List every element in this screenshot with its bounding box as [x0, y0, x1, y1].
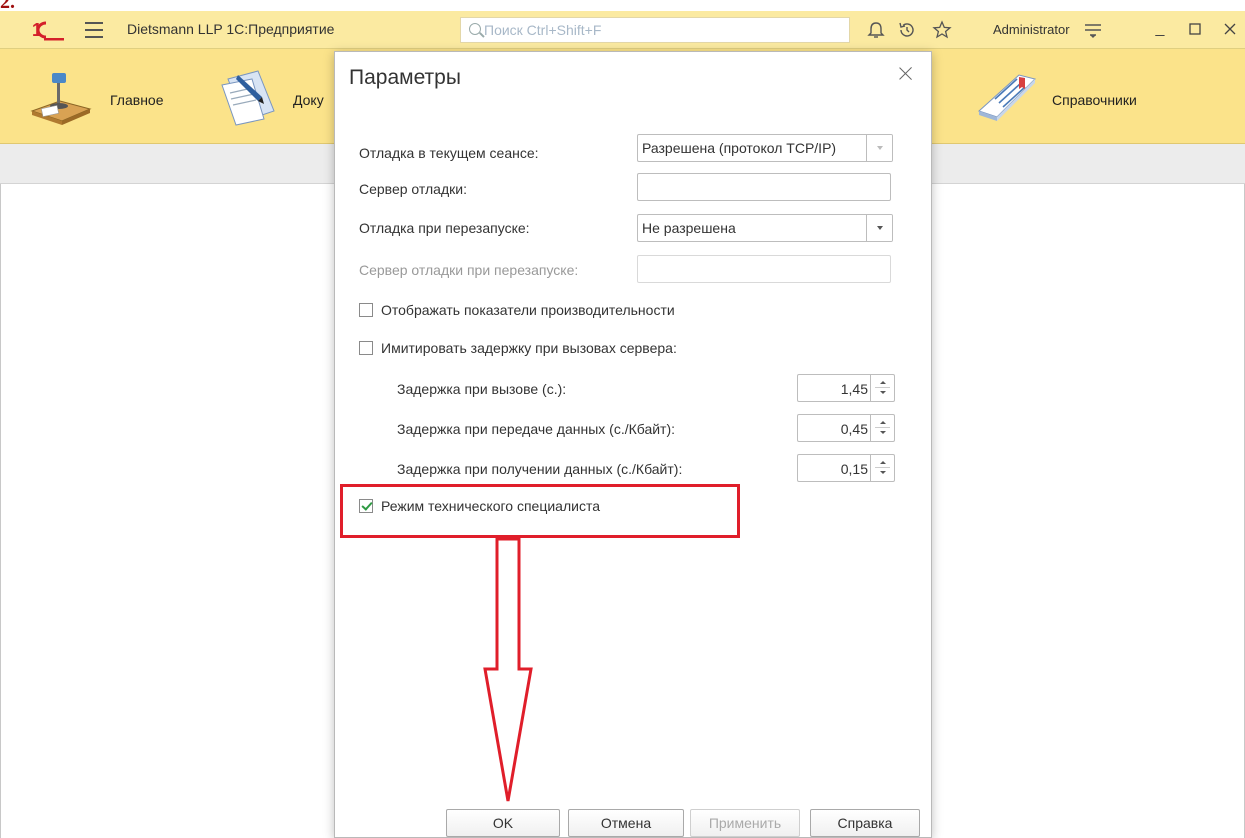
debug-restart-select[interactable]: Не разрешена — [637, 214, 893, 242]
minimize-icon[interactable]: _ — [1150, 19, 1170, 39]
debug-restart-label: Отладка при перезапуске: — [359, 220, 530, 236]
dialog-close-icon[interactable] — [898, 66, 914, 82]
desk-lamp-icon — [30, 73, 92, 125]
app-title: Dietsmann LLP 1С:Предприятие — [127, 21, 335, 37]
documents-icon — [221, 70, 275, 126]
app-titlebar: 1 Dietsmann LLP 1С:Предприятие Поиск Ctr… — [0, 11, 1245, 49]
stepper-arrows-icon[interactable] — [870, 455, 894, 481]
stepper-arrows-icon[interactable] — [870, 415, 894, 441]
history-icon[interactable] — [897, 20, 917, 40]
call-delay-value: 1,45 — [840, 381, 868, 397]
ok-button[interactable]: OK — [446, 809, 560, 837]
section-catalogs[interactable]: Справочники — [975, 67, 1175, 127]
chevron-down-icon[interactable] — [866, 215, 892, 241]
maximize-icon[interactable] — [1185, 19, 1205, 39]
call-delay-label: Задержка при вызове (с.): — [397, 381, 567, 397]
catalog-books-icon — [978, 74, 1036, 121]
delay-checkbox[interactable] — [359, 341, 373, 355]
debug-restart-server-field[interactable] — [637, 255, 891, 283]
main-menu-icon[interactable] — [85, 22, 103, 38]
dialog-title: Параметры — [349, 66, 461, 89]
window-close-icon[interactable] — [1220, 19, 1240, 39]
debug-session-select[interactable]: Разрешена (протокол TCP/IP) — [637, 134, 893, 162]
1c-logo-icon[interactable]: 1 — [32, 19, 66, 41]
send-delay-label: Задержка при передаче данных (с./Кбайт): — [397, 421, 676, 437]
annotation-arrow-down-icon — [483, 537, 533, 802]
perf-checkbox[interactable] — [359, 303, 373, 317]
debug-session-label: Отладка в текущем сеансе: — [359, 145, 539, 161]
send-delay-value: 0,45 — [840, 421, 868, 437]
bell-icon[interactable] — [866, 20, 886, 40]
debug-server-field[interactable] — [637, 173, 891, 201]
section-label: Справочники — [1052, 92, 1137, 108]
parameters-dialog: Параметры Отладка в текущем сеансе: Разр… — [334, 51, 932, 838]
send-delay-stepper[interactable]: 0,45 — [797, 414, 895, 442]
perf-checkbox-label: Отображать показатели производительности — [381, 302, 675, 318]
section-documents[interactable]: Доку — [218, 67, 328, 127]
recv-delay-label: Задержка при получении данных (с./Кбайт)… — [397, 461, 683, 477]
section-label: Главное — [110, 92, 164, 108]
favorites-star-icon[interactable] — [932, 20, 952, 40]
debug-session-value: Разрешена (протокол TCP/IP) — [642, 140, 837, 156]
current-user-name[interactable]: Administrator — [993, 22, 1070, 37]
call-delay-stepper[interactable]: 1,45 — [797, 374, 895, 402]
help-button[interactable]: Справка — [810, 809, 920, 837]
annotation-highlight-box — [340, 484, 740, 538]
stepper-arrows-icon[interactable] — [870, 375, 894, 401]
apply-button[interactable]: Применить — [690, 809, 800, 837]
section-label: Доку — [293, 92, 324, 108]
search-icon — [469, 23, 481, 35]
section-main[interactable]: Главное — [28, 67, 188, 127]
recv-delay-value: 0,15 — [840, 461, 868, 477]
search-placeholder: Поиск Ctrl+Shift+F — [484, 22, 602, 38]
debug-restart-value: Не разрешена — [642, 220, 736, 236]
search-input[interactable]: Поиск Ctrl+Shift+F — [460, 17, 850, 43]
delay-checkbox-label: Имитировать задержку при вызовах сервера… — [381, 340, 677, 356]
settings-menu-icon[interactable] — [1083, 20, 1103, 40]
debug-server-label: Сервер отладки: — [359, 181, 467, 197]
recv-delay-stepper[interactable]: 0,15 — [797, 454, 895, 482]
debug-restart-server-label: Сервер отладки при перезапуске: — [359, 262, 579, 278]
cancel-button[interactable]: Отмена — [568, 809, 684, 837]
chevron-down-icon[interactable] — [866, 135, 892, 161]
